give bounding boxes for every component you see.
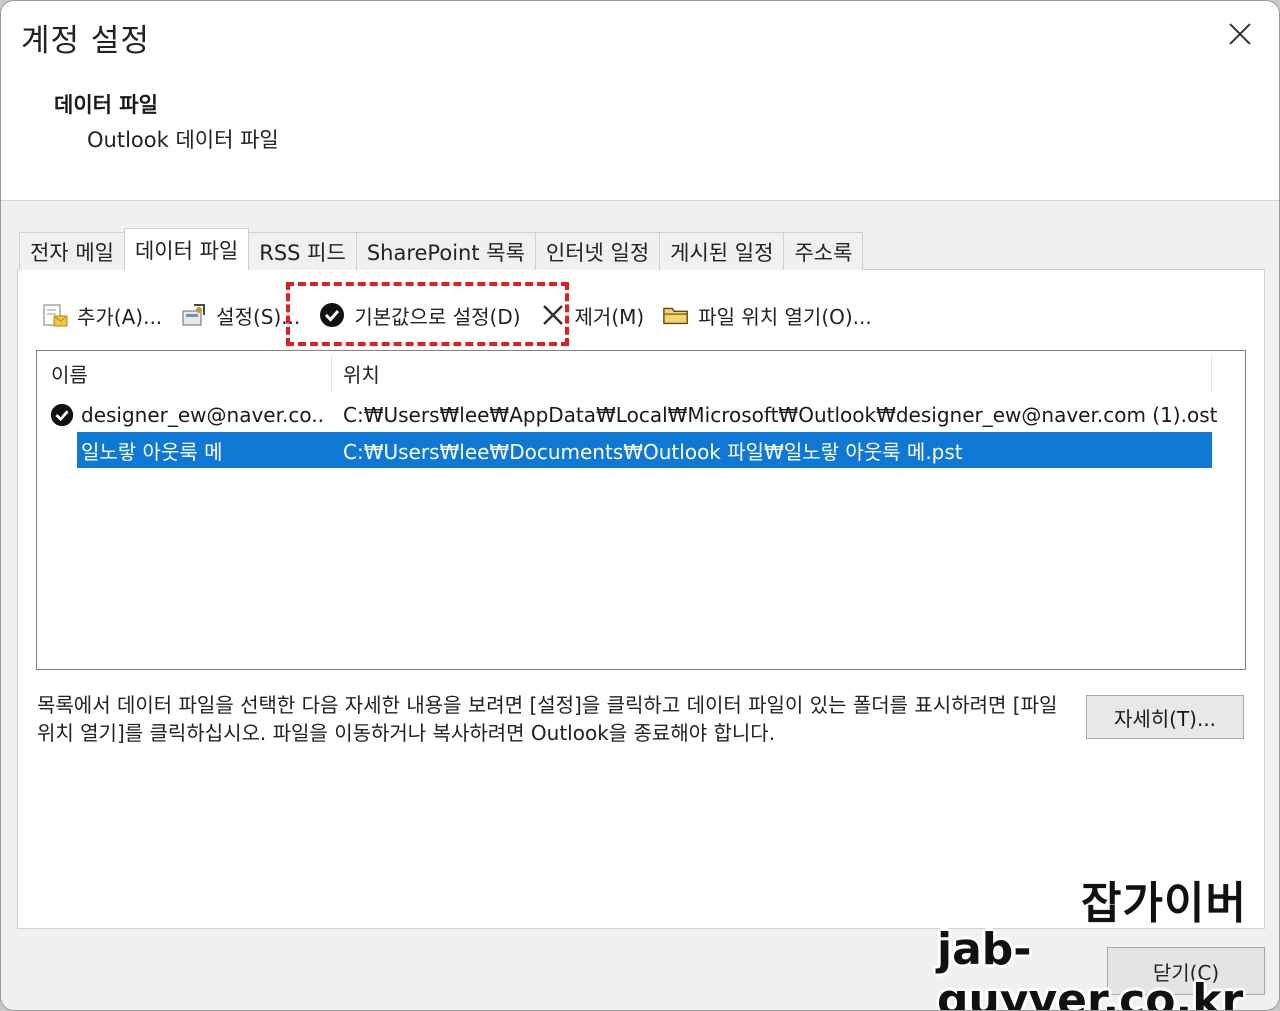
add-button[interactable]: 추가(A)... [41, 301, 162, 330]
tab-sharepoint-lists[interactable]: SharePoint 목록 [355, 232, 536, 270]
tab-data-files[interactable]: 데이터 파일 [123, 228, 250, 270]
window-title: 계정 설정 [21, 23, 150, 59]
tab-published-calendars[interactable]: 게시된 일정 [659, 232, 785, 270]
tab-rss-feeds[interactable]: RSS 피드 [248, 232, 357, 270]
details-button[interactable]: 자세히(T)... [1086, 695, 1244, 739]
description-text: 목록에서 데이터 파일을 선택한 다음 자세한 내용을 보려면 [설정]을 클릭… [37, 693, 1058, 745]
file-location: C:₩Users₩lee₩AppData₩Local₩Microsoft₩Out… [343, 403, 1218, 427]
section-subtitle: Outlook 데이터 파일 [87, 128, 279, 152]
add-button-label: 추가(A)... [77, 304, 163, 329]
account-settings-window: 계정 설정 데이터 파일 Outlook 데이터 파일 전자 메일 데이터 파일… [0, 0, 1280, 1011]
file-location: C:₩Users₩lee₩Documents₩Outlook 파일₩일노랗 아웃… [343, 439, 963, 464]
tab-bar: 전자 메일 데이터 파일 RSS 피드 SharePoint 목록 인터넷 일정… [19, 228, 864, 270]
default-check-icon [49, 402, 75, 433]
highlight-box [286, 282, 569, 346]
open-file-location-button[interactable]: 파일 위치 열기(O)... [662, 301, 872, 330]
open-file-location-label: 파일 위치 열기(O)... [698, 304, 872, 329]
settings-icon [180, 301, 208, 329]
watermark-url: jab-guyver.co.kr [937, 924, 1244, 1011]
file-name: designer_ew@naver.co... [81, 403, 323, 427]
watermark-brand: 잡가이버 [1081, 878, 1247, 929]
tab-address-books[interactable]: 주소록 [783, 232, 864, 270]
close-icon[interactable] [1225, 19, 1255, 49]
add-file-icon [41, 301, 69, 329]
column-divider[interactable] [1211, 355, 1212, 393]
data-file-list[interactable]: 이름 위치 designer_ew@naver.co... C:₩Users₩l… [36, 350, 1246, 670]
list-row-selected[interactable]: 일노랗 아웃룩 메 C:₩Users₩lee₩Documents₩Outlook… [37, 432, 1212, 468]
tab-email[interactable]: 전자 메일 [19, 232, 125, 270]
dialog-header: 계정 설정 데이터 파일 Outlook 데이터 파일 [1, 1, 1279, 201]
tab-internet-calendars[interactable]: 인터넷 일정 [534, 232, 661, 270]
column-divider[interactable] [331, 355, 332, 393]
remove-button-label: 제거(M) [574, 304, 645, 329]
column-header-name[interactable]: 이름 [51, 351, 88, 395]
column-header-location[interactable]: 위치 [343, 351, 380, 395]
section-title: 데이터 파일 [54, 93, 158, 117]
file-name: 일노랗 아웃룩 메 [81, 439, 223, 464]
settings-button[interactable]: 설정(S)... [180, 301, 300, 330]
folder-icon [662, 301, 690, 329]
list-row[interactable]: designer_ew@naver.co... C:₩Users₩lee₩App… [37, 397, 1217, 433]
